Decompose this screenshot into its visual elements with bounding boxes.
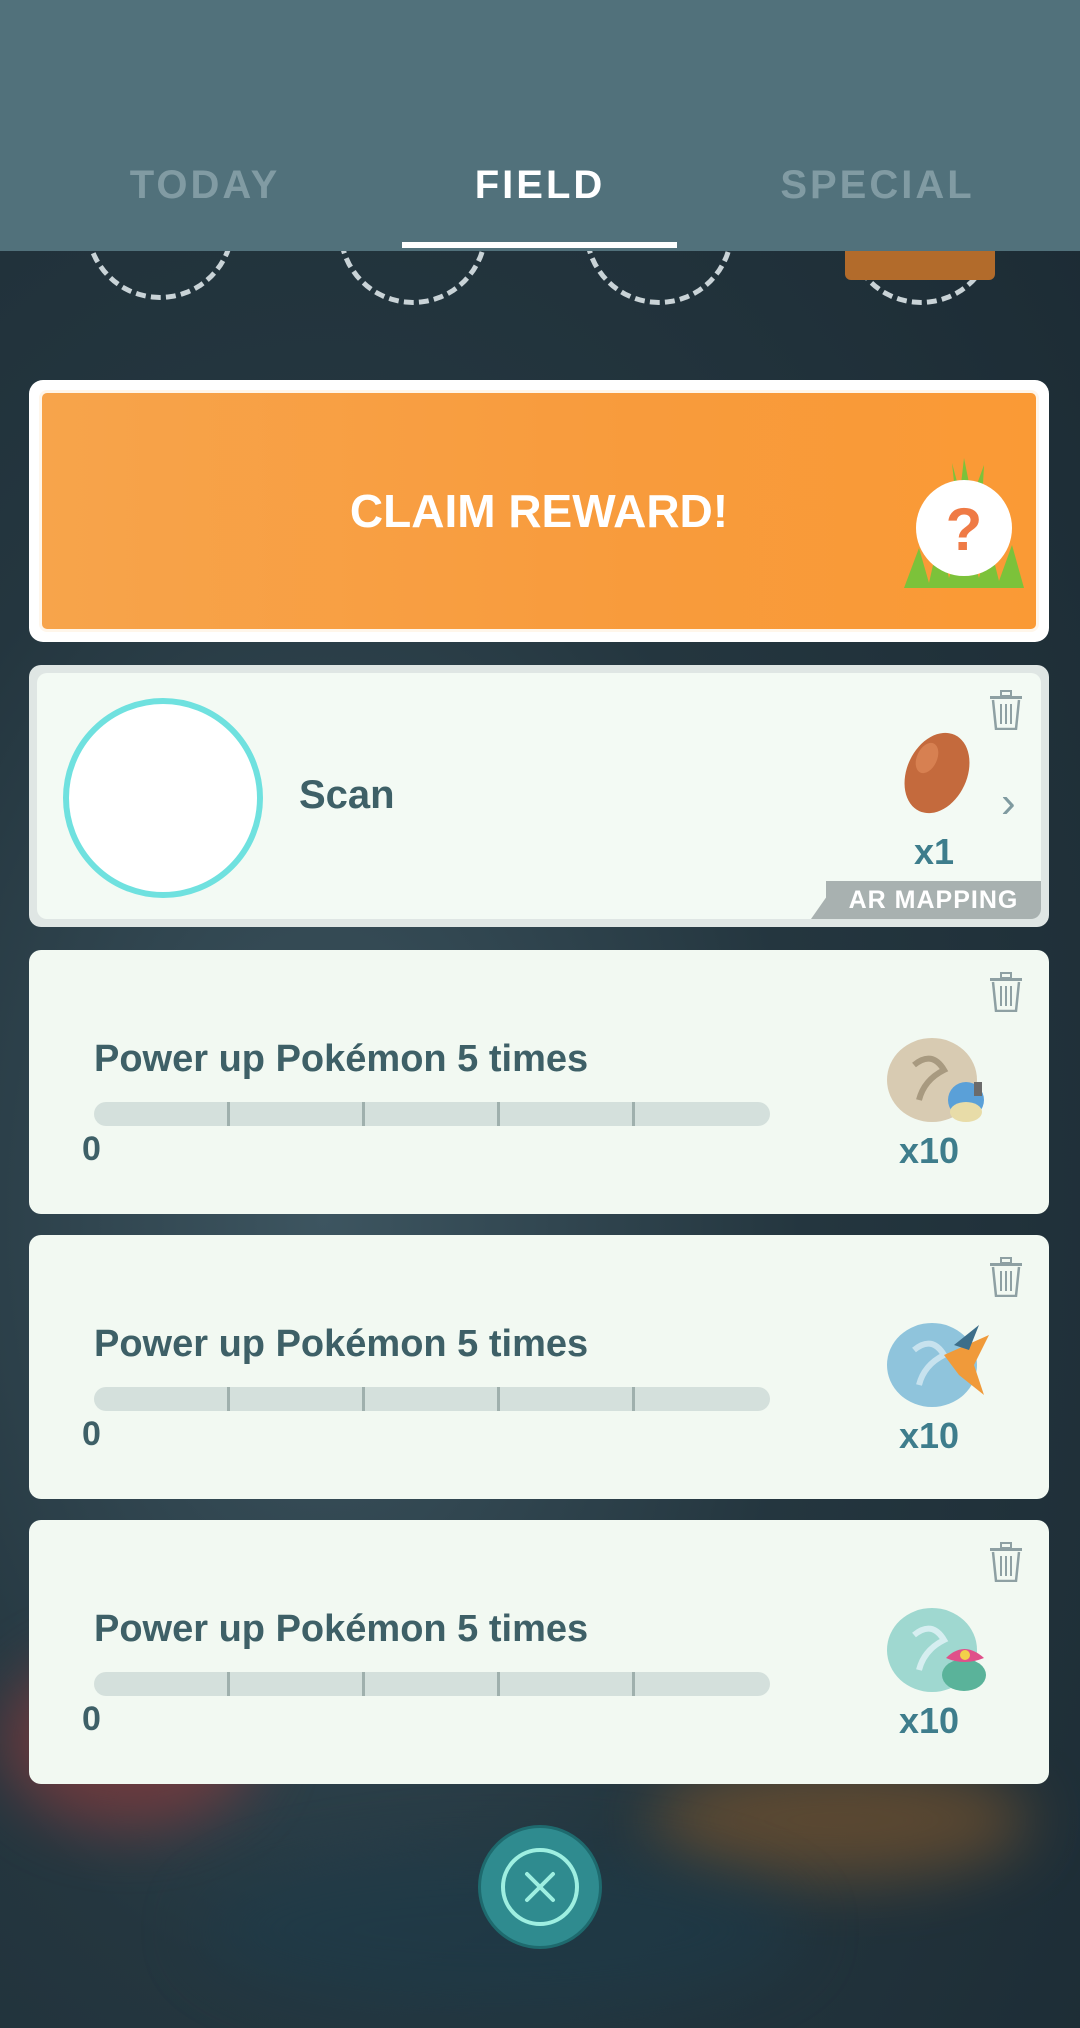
tab-special[interactable]: SPECIAL: [760, 155, 995, 215]
close-icon: [525, 1872, 555, 1902]
trash-icon[interactable]: [989, 690, 1023, 730]
task-progress-value: 0: [82, 1700, 101, 1738]
ar-mapping-badge: AR MAPPING: [826, 881, 1041, 919]
mystery-reward-icon: ?: [904, 458, 1024, 588]
scan-task-label: Scan: [299, 773, 395, 817]
research-task-card[interactable]: Power up Pokémon 5 times 0 x10: [29, 1235, 1049, 1499]
claim-reward-label: CLAIM REWARD!: [349, 485, 729, 537]
scan-task-image: [63, 698, 263, 898]
task-progress-value: 0: [82, 1130, 101, 1168]
task-reward-count: x10: [899, 1415, 960, 1456]
task-progress-bar: [94, 1102, 770, 1126]
task-title: Power up Pokémon 5 times: [94, 1608, 589, 1650]
research-task-card[interactable]: Power up Pokémon 5 times 0 x10: [29, 1520, 1049, 1784]
trash-icon[interactable]: [989, 1257, 1023, 1297]
task-progress-value: 0: [82, 1415, 101, 1453]
scan-task-card[interactable]: Scan x1 › AR MAPPING: [29, 665, 1049, 927]
blastoise-mega-energy-icon: [887, 1038, 984, 1122]
task-reward-count: x10: [899, 1130, 960, 1171]
scan-reward-count: x1: [914, 831, 955, 872]
charizard-mega-energy-icon: [887, 1323, 989, 1407]
svg-text:?: ?: [946, 496, 983, 563]
close-button[interactable]: [478, 1825, 602, 1949]
task-reward-count: x10: [899, 1700, 960, 1741]
trash-icon[interactable]: [989, 1542, 1023, 1582]
chevron-right-icon[interactable]: ›: [1001, 778, 1016, 828]
research-task-card[interactable]: Power up Pokémon 5 times 0 x10: [29, 950, 1049, 1214]
tab-today[interactable]: TODAY: [95, 155, 315, 215]
task-progress-bar: [94, 1672, 770, 1696]
task-title: Power up Pokémon 5 times: [94, 1038, 589, 1080]
active-tab-indicator: [402, 242, 677, 248]
task-progress-bar: [94, 1387, 770, 1411]
task-title: Power up Pokémon 5 times: [94, 1323, 589, 1365]
pinap-berry-icon: [904, 732, 970, 814]
venusaur-mega-energy-icon: [887, 1608, 986, 1692]
trash-icon[interactable]: [989, 972, 1023, 1012]
research-tab-bar: TODAY FIELD SPECIAL: [0, 0, 1080, 251]
tab-field[interactable]: FIELD: [430, 155, 650, 215]
claim-reward-button[interactable]: CLAIM REWARD! ?: [29, 380, 1049, 642]
